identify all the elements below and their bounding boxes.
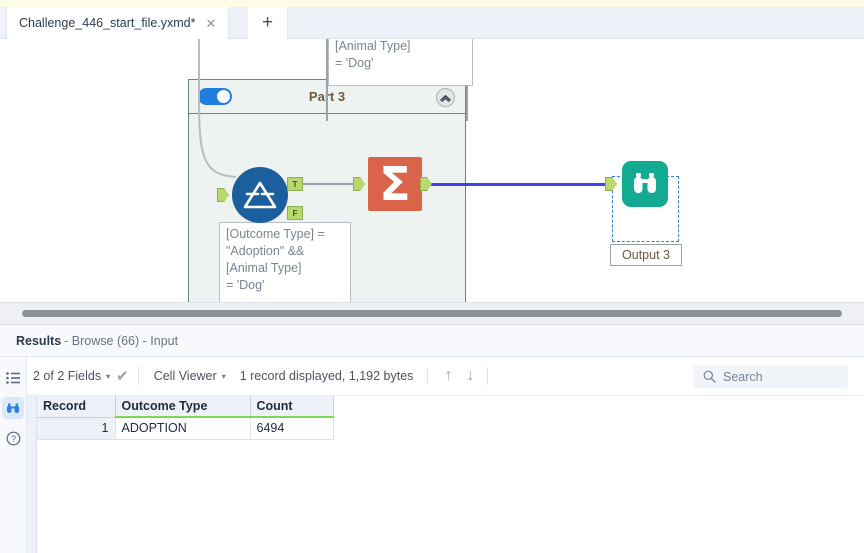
search-input[interactable]: Search <box>693 365 848 388</box>
summarize-tool[interactable]: Σ <box>368 157 422 211</box>
table-row[interactable]: 1 ADOPTION 6494 <box>37 417 334 440</box>
search-icon <box>703 370 716 383</box>
column-header-record[interactable]: Record <box>37 396 116 418</box>
fields-label: 2 of 2 Fields <box>33 369 102 383</box>
browse-binoculars-icon[interactable] <box>2 397 24 419</box>
scrollbar-thumb[interactable] <box>22 310 842 317</box>
results-icon-rail: ? <box>0 357 27 553</box>
column-header-outcome-type[interactable]: Outcome Type <box>115 396 251 418</box>
workflow-canvas[interactable]: [Animal Type] = 'Dog' Part 3 T F Σ Outpu… <box>0 39 864 302</box>
canvas-horizontal-scrollbar[interactable] <box>0 302 864 324</box>
column-header-count[interactable]: Count <box>250 396 334 418</box>
annotation-top[interactable]: [Animal Type] = 'Dog' <box>328 39 473 86</box>
cell-count[interactable]: 6494 <box>250 417 334 440</box>
results-title: Results <box>16 333 62 348</box>
alteryx-designer-window: Challenge_446_start_file.yxmd* ✕ + [Anim… <box>0 0 864 553</box>
workflow-tab-bar: Challenge_446_start_file.yxmd* ✕ + <box>0 7 864 39</box>
browse-binoculars-icon <box>622 161 668 207</box>
plus-icon: + <box>261 12 274 33</box>
workflow-tab-title: Challenge_446_start_file.yxmd* <box>19 16 196 30</box>
cell-viewer-selector[interactable]: Cell Viewer ▾ <box>148 369 232 383</box>
top-accent-strip <box>0 0 864 7</box>
table-header-row: Record Outcome Type Count <box>37 396 334 418</box>
filter-tool-icon <box>232 167 288 223</box>
list-view-icon[interactable] <box>2 367 24 389</box>
results-pane: Results - Browse (66) - Input ? 2 of 2 F… <box>0 324 864 553</box>
filter-false-output-anchor[interactable]: F <box>287 206 303 220</box>
close-icon[interactable]: ✕ <box>204 17 219 30</box>
browse-tool[interactable] <box>622 161 668 207</box>
results-toolbar: 2 of 2 Fields ▾ ✔ Cell Viewer ▾ 1 record… <box>27 357 864 396</box>
results-table-wrapper[interactable]: Record Outcome Type Count 1 ADOPTION 649… <box>27 396 864 553</box>
results-source: - Browse (66) - Input <box>64 333 179 348</box>
toolbar-divider-3 <box>487 367 489 385</box>
table-gutter <box>27 396 37 553</box>
filter-tool[interactable] <box>232 167 288 223</box>
chevron-down-icon: ▾ <box>221 371 226 381</box>
arrow-down-icon[interactable]: ↓ <box>459 367 481 385</box>
fields-selector[interactable]: 2 of 2 Fields ▾ <box>27 369 116 383</box>
annotation-filter-expression[interactable]: [Outcome Type] = "Adoption" && [Animal T… <box>219 222 351 302</box>
chevron-up-icon[interactable] <box>436 88 455 107</box>
cell-viewer-label: Cell Viewer <box>153 369 217 383</box>
arrow-up-icon[interactable]: ↑ <box>437 367 459 385</box>
svg-text:?: ? <box>10 434 15 444</box>
help-circle-icon[interactable]: ? <box>2 427 24 449</box>
browse-tool-label: Output 3 <box>610 244 682 266</box>
workflow-tab[interactable]: Challenge_446_start_file.yxmd* ✕ <box>6 7 230 39</box>
connection-filter-to-summarize[interactable] <box>302 183 355 185</box>
results-header: Results - Browse (66) - Input <box>0 325 864 357</box>
summarize-tool-icon: Σ <box>368 157 422 211</box>
connection-summarize-to-browse[interactable] <box>430 183 612 186</box>
filter-true-output-anchor[interactable]: T <box>287 177 303 191</box>
toolbar-divider-2 <box>427 367 429 385</box>
cell-record: 1 <box>37 417 116 440</box>
checkmark-icon[interactable]: ✔ <box>116 367 129 385</box>
new-tab-button[interactable]: + <box>248 7 288 39</box>
record-info: 1 record displayed, 1,192 bytes <box>239 369 414 383</box>
search-placeholder: Search <box>723 369 763 384</box>
toolbar-divider <box>137 367 139 385</box>
cell-outcome-type[interactable]: ADOPTION <box>115 417 251 440</box>
results-table: Record Outcome Type Count 1 ADOPTION 649… <box>37 396 334 440</box>
chevron-down-icon: ▾ <box>106 371 111 381</box>
